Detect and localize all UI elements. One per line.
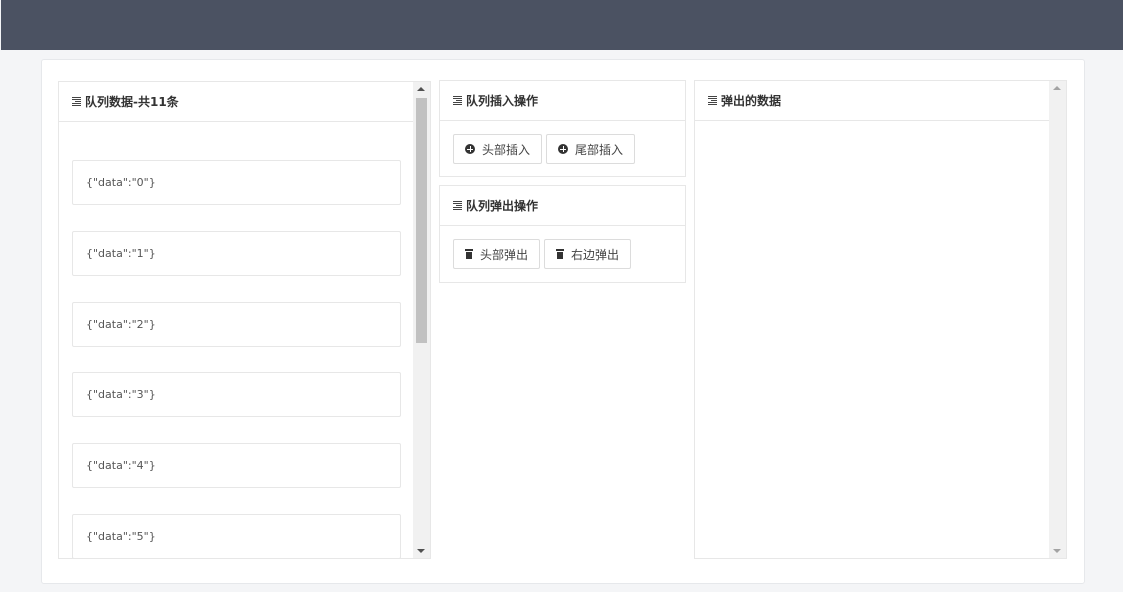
pop-button-row: 头部弹出 右边弹出 <box>440 226 685 269</box>
plus-circle-icon <box>465 144 475 154</box>
insert-panel-title: 队列插入操作 <box>466 94 539 108</box>
head-pop-label: 头部弹出 <box>480 247 529 262</box>
list-icon <box>453 201 462 210</box>
queue-insert-panel: 队列插入操作 头部插入 尾部插入 <box>439 80 686 177</box>
queue-item: {"data":"5"} <box>72 514 401 558</box>
head-insert-label: 头部插入 <box>482 142 531 157</box>
right-pop-button[interactable]: 右边弹出 <box>544 239 632 269</box>
trash-icon <box>556 249 565 259</box>
queue-item-text: {"data":"2"} <box>86 318 156 331</box>
queue-item: {"data":"2"} <box>72 302 401 347</box>
queue-item-text: {"data":"5"} <box>86 530 156 543</box>
popped-data-panel: 弹出的数据 <box>694 80 1067 559</box>
scrollbar-thumb[interactable] <box>416 98 427 343</box>
queue-item-text: {"data":"3"} <box>86 388 156 401</box>
popped-panel-header: 弹出的数据 <box>695 81 1051 121</box>
list-icon <box>453 96 462 105</box>
queue-item: {"data":"4"} <box>72 443 401 488</box>
list-icon <box>708 96 717 105</box>
insert-panel-header: 队列插入操作 <box>440 81 685 121</box>
queue-scroll-area[interactable]: 队列数据-共11条 {"data":"0"} {"data":"1"} {"da… <box>59 82 415 558</box>
tail-insert-label: 尾部插入 <box>575 142 624 157</box>
queue-item: {"data":"3"} <box>72 372 401 417</box>
queue-item-text: {"data":"0"} <box>86 176 156 189</box>
plus-circle-icon <box>558 144 569 154</box>
queue-item-text: {"data":"1"} <box>86 247 156 260</box>
scroll-up-arrow-icon[interactable] <box>1053 86 1061 90</box>
trash-icon <box>465 249 473 259</box>
top-navbar <box>1 0 1123 50</box>
popped-scrollbar[interactable] <box>1049 81 1066 558</box>
insert-button-row: 头部插入 尾部插入 <box>440 121 685 164</box>
queue-panel-title: 队列数据-共11条 <box>85 95 179 109</box>
tail-insert-button[interactable]: 尾部插入 <box>546 134 636 164</box>
pop-panel-header: 队列弹出操作 <box>440 186 685 226</box>
queue-item: {"data":"1"} <box>72 231 401 276</box>
scroll-down-arrow-icon[interactable] <box>417 549 425 553</box>
head-insert-button[interactable]: 头部插入 <box>453 134 543 164</box>
queue-scrollbar[interactable] <box>413 82 430 558</box>
right-pop-label: 右边弹出 <box>571 247 620 262</box>
queue-item-text: {"data":"4"} <box>86 459 156 472</box>
head-pop-button[interactable]: 头部弹出 <box>453 239 541 269</box>
queue-panel-header: 队列数据-共11条 <box>59 82 415 122</box>
queue-data-panel: 队列数据-共11条 {"data":"0"} {"data":"1"} {"da… <box>58 81 431 559</box>
queue-item: {"data":"0"} <box>72 160 401 205</box>
scroll-up-arrow-icon[interactable] <box>417 87 425 91</box>
scroll-down-arrow-icon[interactable] <box>1053 549 1061 553</box>
queue-pop-panel: 队列弹出操作 头部弹出 右边弹出 <box>439 185 686 283</box>
popped-panel-title: 弹出的数据 <box>721 94 782 108</box>
pop-panel-title: 队列弹出操作 <box>466 199 539 213</box>
list-icon <box>72 97 81 106</box>
